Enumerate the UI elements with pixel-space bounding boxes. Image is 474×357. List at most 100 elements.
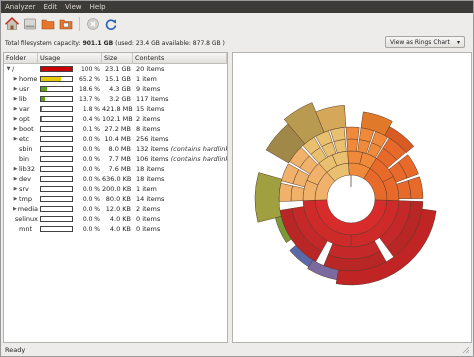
tree-row[interactable]: ▶ lib32 0.0 % 7.6 MB 18 items	[4, 164, 227, 174]
ring-segment[interactable]	[290, 185, 305, 202]
status-bar: Ready	[1, 344, 473, 356]
tree-row[interactable]: ▶ tmp 0.0 % 80.0 KB 14 items	[4, 194, 227, 204]
folder-cell: ▶ lib	[4, 95, 38, 103]
contents-cell: 1 item	[133, 185, 227, 193]
usage-percent: 0.0 %	[82, 225, 100, 233]
drive-icon[interactable]	[23, 17, 37, 31]
folder-name: /	[12, 65, 15, 73]
expander-icon[interactable]: ▶	[12, 86, 19, 92]
expander-icon[interactable]: ▶	[12, 126, 19, 132]
menu-help[interactable]: Help	[90, 3, 106, 11]
tree-row[interactable]: ▶ etc 0.0 % 10.4 MB 256 items	[4, 134, 227, 144]
usage-percent: 0.4 %	[82, 115, 100, 123]
size-cell: 4.0 KB	[109, 225, 131, 233]
column-size[interactable]: Size	[102, 53, 133, 64]
tree-row[interactable]: ▼/ 100 % 23.1 GB 20 items	[4, 64, 227, 74]
contents-cell: 14 items	[133, 195, 227, 203]
usage-cell: 0.0 %	[38, 206, 102, 213]
size-cell: 8.0 MB	[108, 145, 131, 153]
expander-icon[interactable]: ▶	[12, 106, 19, 112]
refresh-icon[interactable]	[104, 17, 118, 31]
ring-outer-segment[interactable]	[254, 172, 283, 223]
usage-bar	[40, 146, 73, 152]
expander-icon[interactable]: ▶	[12, 136, 19, 142]
usage-bar	[40, 66, 73, 72]
item-count: 18 items	[136, 175, 165, 183]
expander-icon[interactable]: ▶	[12, 76, 19, 82]
item-count: 8 items	[136, 125, 161, 133]
chevron-down-icon: ▾	[456, 39, 460, 46]
item-count: 1 item	[136, 185, 157, 193]
tree-row[interactable]: ▶ boot 0.1 % 27.2 MB 8 items	[4, 124, 227, 134]
folder-name: home	[19, 75, 38, 83]
stop-icon[interactable]	[86, 17, 100, 31]
resize-grip-icon[interactable]	[462, 346, 470, 354]
folder-cell: ▶ tmp	[4, 195, 38, 203]
folder-icon[interactable]	[41, 17, 55, 31]
contents-cell: 106 items (contains hardlinks f	[133, 155, 227, 163]
usage-cell: 0.4 %	[38, 116, 102, 123]
usage-cell: 0.0 %	[38, 156, 102, 163]
home-icon[interactable]	[5, 17, 19, 31]
usage-bar-fill	[41, 87, 47, 91]
usage-bar	[40, 166, 73, 172]
ring-segment[interactable]	[346, 138, 359, 152]
toolbar	[1, 13, 473, 35]
usage-cell: 0.0 %	[38, 146, 102, 153]
folder-cell: ▶ etc	[4, 135, 38, 143]
column-usage[interactable]: Usage	[38, 53, 102, 64]
folder-name: srv	[19, 185, 29, 193]
item-count: 20 items	[136, 65, 165, 73]
expander-icon[interactable]: ▶	[12, 176, 19, 182]
tree-row[interactable]: ▶ srv 0.0 % 200.0 KB 1 item	[4, 184, 227, 194]
size-cell: 10.4 MB	[104, 135, 131, 143]
item-count: 18 items	[136, 165, 165, 173]
remote-folder-icon[interactable]	[59, 17, 73, 31]
expander-icon[interactable]: ▶	[12, 96, 19, 102]
usage-percent: 18.6 %	[79, 85, 100, 93]
item-count: 15 items	[136, 105, 165, 113]
tree-row[interactable]: bin 0.0 % 7.7 MB 106 items (contains hardli…	[4, 154, 227, 164]
size-cell: 4.0 KB	[109, 215, 131, 223]
view-mode-select[interactable]: View as Rings Chart ▾	[385, 36, 465, 48]
tree-row[interactable]: ▶ dev 0.0 % 636.0 KB 18 items	[4, 174, 227, 184]
expander-icon[interactable]: ▶	[12, 186, 19, 192]
menu-edit[interactable]: Edit	[43, 3, 57, 11]
tree-row[interactable]: ▶ lib 13.7 % 3.2 GB 117 items	[4, 94, 227, 104]
folder-tree[interactable]: Folder Usage Size Contents ▼/ 100 % 23.1 G…	[3, 52, 228, 343]
ring-segment[interactable]	[345, 126, 360, 140]
usage-percent: 0.0 %	[82, 135, 100, 143]
usage-cell: 0.0 %	[38, 166, 102, 173]
menu-analyzer[interactable]: Analyzer	[5, 3, 35, 11]
tree-row[interactable]: sbin 0.0 % 8.0 MB 132 items (contains hardl…	[4, 144, 227, 154]
expander-icon[interactable]: ▶	[12, 116, 19, 122]
tree-row[interactable]: ▶ var 1.8 % 421.8 MB 15 items	[4, 104, 227, 114]
expander-open-icon[interactable]: ▼	[5, 66, 12, 72]
usage-cell: 100 %	[38, 66, 102, 73]
size-cell: 27.2 MB	[104, 125, 131, 133]
ring-segment[interactable]	[333, 139, 347, 154]
ring-segment[interactable]	[278, 182, 293, 202]
expander-icon[interactable]: ▶	[12, 196, 19, 202]
expander-icon[interactable]: ▶	[12, 166, 19, 172]
menu-view[interactable]: View	[65, 3, 82, 11]
folder-cell: ▶ boot	[4, 125, 38, 133]
tree-row[interactable]: ▶ usr 18.6 % 4.3 GB 9 items	[4, 84, 227, 94]
size-cell: 102.1 MB	[102, 115, 133, 123]
tree-row[interactable]: selinux 0.0 % 4.0 KB 0 items	[4, 214, 227, 224]
item-count: 1 item	[136, 75, 157, 83]
tree-row[interactable]: ▶ media 0.0 % 12.0 KB 2 items	[4, 204, 227, 214]
capacity-value: 901.1 GB	[82, 39, 114, 47]
size-cell: 23.1 GB	[104, 65, 131, 73]
column-folder[interactable]: Folder	[4, 53, 38, 64]
hardlink-note: (contains hardlinks f	[170, 155, 227, 163]
usage-cell: 13.7 %	[38, 96, 102, 103]
tree-row[interactable]: mnt 0.0 % 4.0 KB 0 items	[4, 224, 227, 234]
hardlink-note: (contains hardlinks f	[170, 145, 227, 153]
tree-row[interactable]: ▶ opt 0.4 % 102.1 MB 2 items	[4, 114, 227, 124]
column-contents[interactable]: Contents	[133, 53, 227, 64]
tree-row[interactable]: ▶ home 65.2 % 15.1 GB 1 item	[4, 74, 227, 84]
usage-cell: 0.0 %	[38, 186, 102, 193]
rings-chart[interactable]	[233, 53, 473, 344]
item-count: 2 items	[136, 205, 161, 213]
